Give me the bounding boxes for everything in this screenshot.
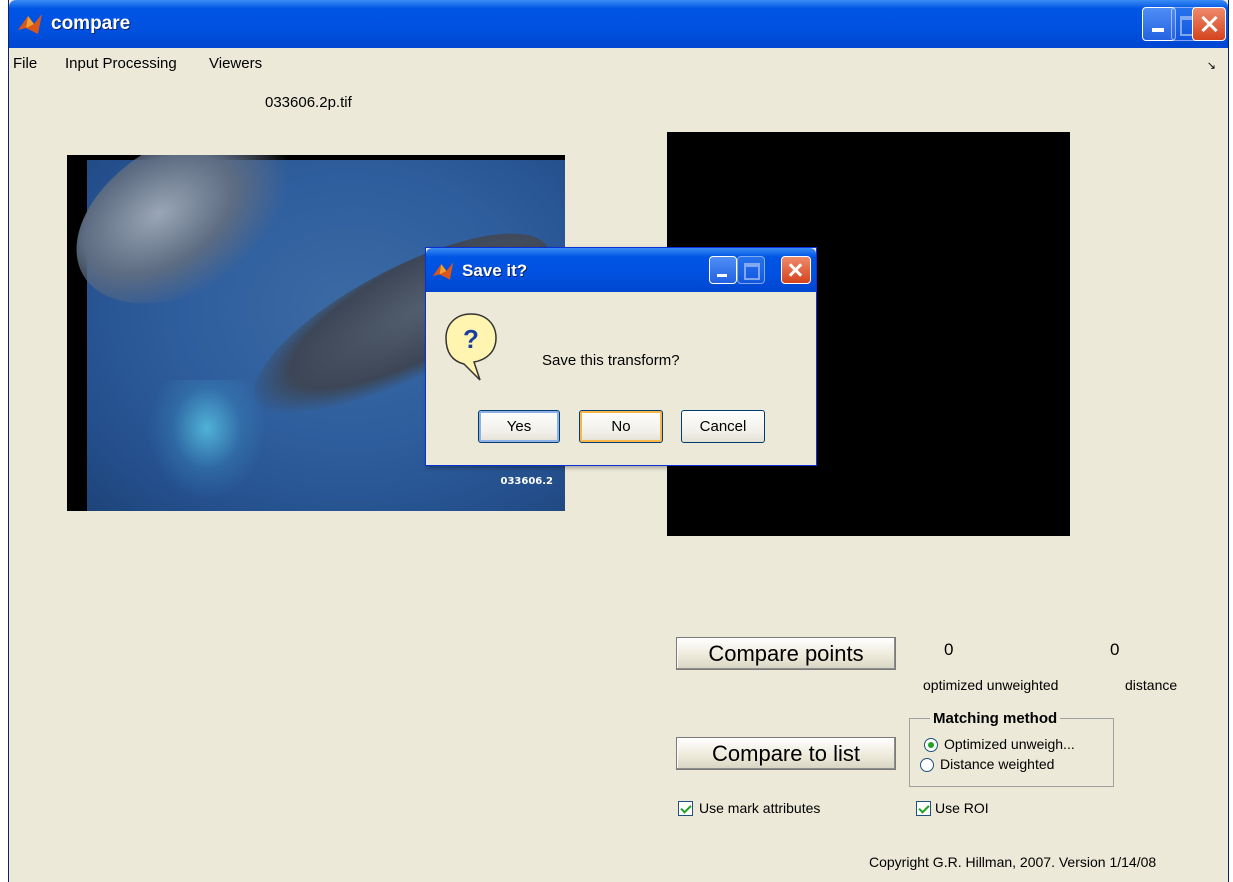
- close-button[interactable]: [1192, 7, 1226, 41]
- use-roi-checkbox[interactable]: [916, 801, 931, 816]
- compare-points-button[interactable]: Compare points: [676, 637, 896, 670]
- menu-file[interactable]: File: [13, 55, 37, 72]
- radio-distance-label[interactable]: Distance weighted: [940, 756, 1054, 772]
- image-stamp: 033606.2: [500, 476, 553, 487]
- dock-arrow-icon[interactable]: ↘: [1207, 59, 1216, 72]
- optimized-label: optimized unweighted: [923, 677, 1059, 693]
- radio-optimized[interactable]: [924, 738, 938, 752]
- distance-label: distance: [1125, 677, 1178, 693]
- dialog-close-button[interactable]: [781, 256, 811, 284]
- distance-value: 0: [1110, 640, 1120, 659]
- yes-button[interactable]: Yes: [478, 410, 560, 443]
- compare-to-list-button[interactable]: Compare to list: [676, 737, 896, 770]
- use-mark-attributes-label[interactable]: Use mark attributes: [699, 800, 820, 816]
- matlab-icon: [432, 262, 454, 280]
- copyright-text: Copyright G.R. Hillman, 2007. Version 1/…: [869, 854, 1157, 870]
- dialog-maximize-button[interactable]: [737, 256, 765, 284]
- menu-input-processing[interactable]: Input Processing: [65, 55, 177, 72]
- menu-viewers[interactable]: Viewers: [209, 55, 262, 72]
- dialog-minimize-button[interactable]: [709, 256, 737, 284]
- radio-distance[interactable]: [920, 758, 934, 772]
- cancel-button[interactable]: Cancel: [681, 410, 765, 443]
- whale-highlight: [67, 155, 329, 340]
- radio-optimized-label[interactable]: Optimized unweigh...: [944, 736, 1075, 752]
- matlab-icon: [18, 14, 42, 34]
- use-roi-label[interactable]: Use ROI: [935, 800, 989, 816]
- optimized-value: 0: [944, 640, 954, 659]
- use-mark-attributes-checkbox[interactable]: [678, 801, 693, 816]
- no-button[interactable]: No: [579, 410, 663, 443]
- question-icon: ?: [445, 313, 497, 381]
- save-dialog: Save it? ? Save this transform? Yes No C…: [425, 247, 817, 466]
- matching-method-group: Matching method Optimized unweigh... Dis…: [909, 710, 1114, 787]
- matching-method-legend: Matching method: [930, 710, 1061, 727]
- dialog-title-bar[interactable]: Save it?: [426, 248, 816, 292]
- svg-text:?: ?: [463, 324, 479, 354]
- title-bar[interactable]: compare: [9, 0, 1228, 48]
- dialog-message: Save this transform?: [542, 352, 680, 369]
- window-title: compare: [51, 13, 131, 34]
- image-filename: 033606.2p.tif: [265, 94, 352, 111]
- water-splash: [147, 380, 267, 500]
- dialog-title: Save it?: [462, 261, 528, 280]
- menu-bar: File Input Processing Viewers ↘: [9, 48, 1228, 78]
